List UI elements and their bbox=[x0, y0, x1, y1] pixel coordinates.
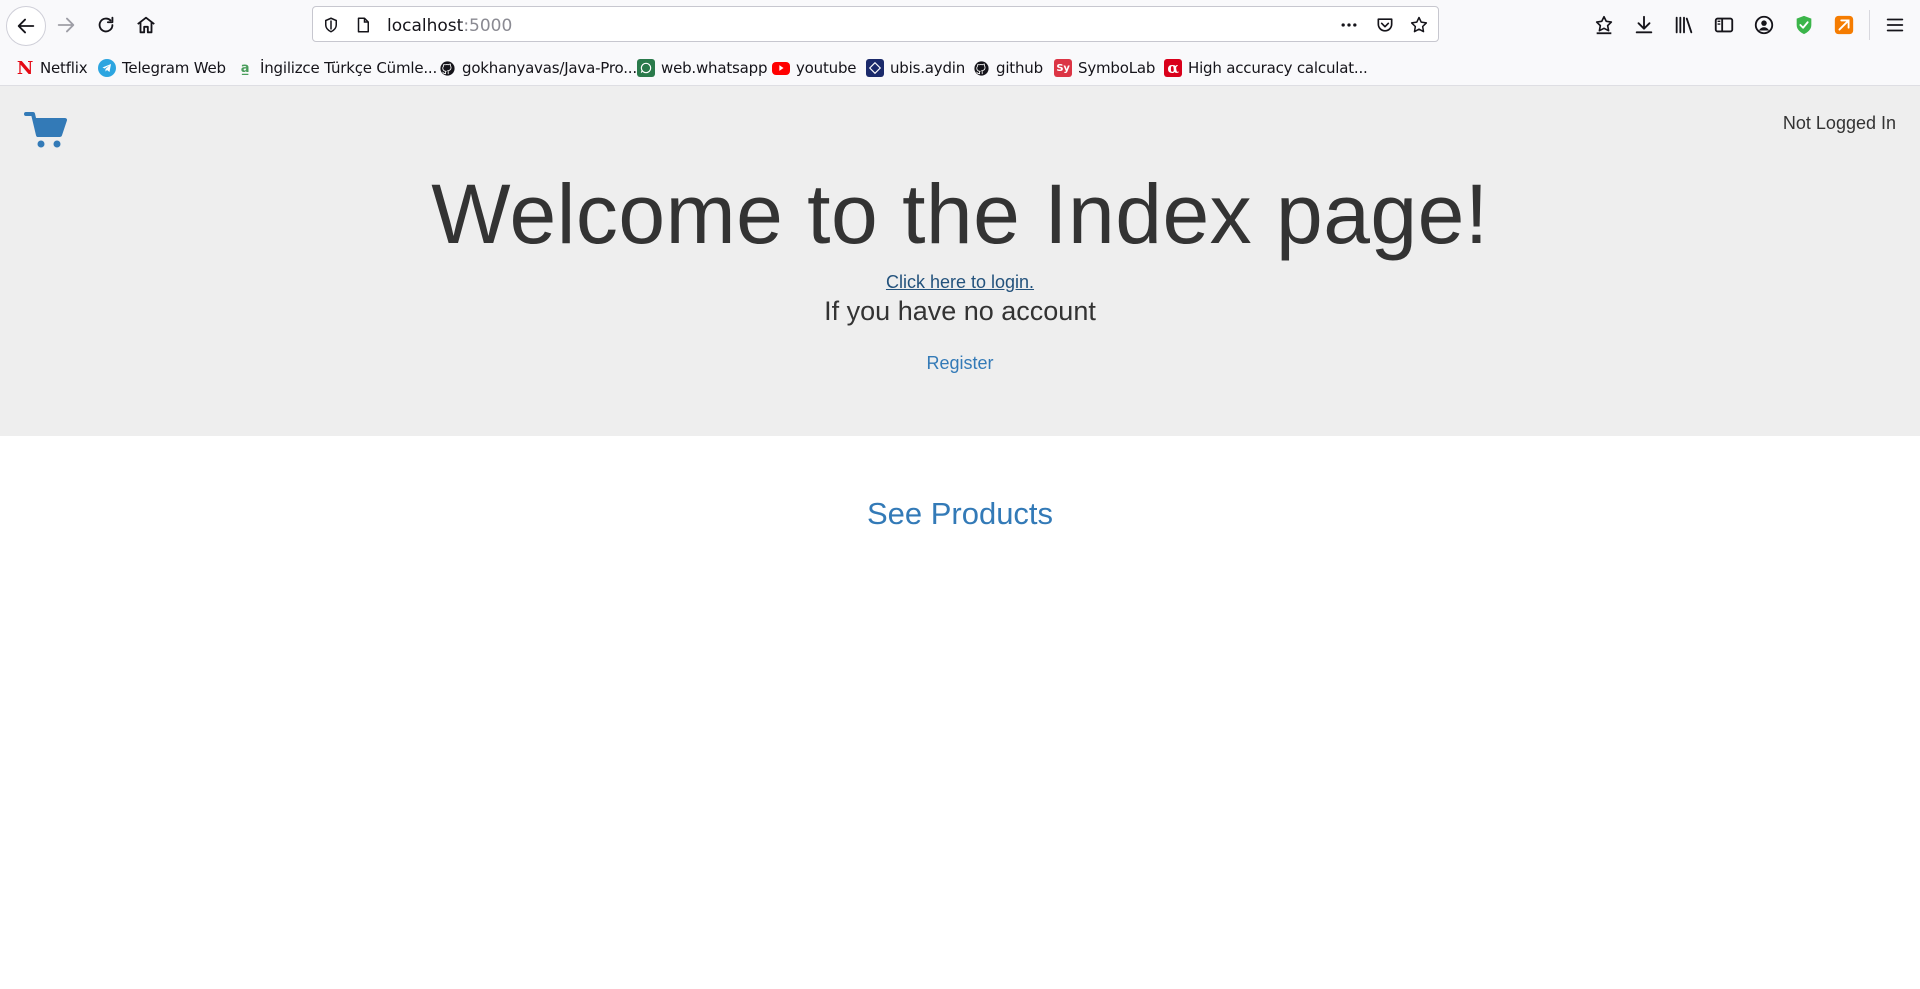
see-products-link[interactable]: See Products bbox=[867, 496, 1053, 531]
whatsapp-icon bbox=[637, 59, 655, 77]
forward-button[interactable] bbox=[48, 7, 84, 43]
reload-button[interactable] bbox=[88, 7, 124, 43]
bookmark-netflix[interactable]: N Netflix bbox=[16, 57, 88, 79]
bookmark-label: youtube bbox=[796, 59, 857, 77]
bookmark-calculator[interactable]: α High accuracy calculat... bbox=[1164, 57, 1368, 79]
bookmark-label: web.whatsapp bbox=[661, 59, 768, 77]
bookmark-star-icon[interactable] bbox=[1409, 15, 1429, 35]
symbolab-icon: Sy bbox=[1054, 59, 1072, 77]
login-status: Not Logged In bbox=[1782, 113, 1896, 133]
back-icon bbox=[17, 18, 35, 34]
bookmark-youtube[interactable]: youtube bbox=[772, 57, 857, 79]
translate-icon: a̲ bbox=[240, 60, 250, 76]
menu-icon[interactable] bbox=[1882, 12, 1908, 38]
bookmark-telegram[interactable]: Telegram Web bbox=[98, 57, 226, 79]
bookmark-label: Netflix bbox=[40, 59, 88, 77]
url-text[interactable]: localhost:5000 bbox=[387, 16, 512, 36]
url-bar[interactable]: localhost:5000 bbox=[312, 6, 1439, 42]
page-icon[interactable] bbox=[353, 15, 373, 35]
bookmark-symbolab[interactable]: Sy SymboLab bbox=[1054, 57, 1155, 79]
browser-toolbar: localhost:5000 bbox=[0, 0, 1920, 50]
jumbotron: Not Logged In Welcome to the Index page!… bbox=[0, 86, 1920, 436]
github-icon bbox=[438, 59, 456, 77]
github-icon bbox=[972, 59, 990, 77]
home-button[interactable] bbox=[128, 7, 164, 43]
bookmark-github-repo[interactable]: gokhanyavas/Java-Pro... bbox=[438, 57, 637, 79]
reload-icon bbox=[98, 16, 114, 33]
back-button[interactable] bbox=[6, 6, 46, 46]
no-account-text: If you have no account bbox=[824, 296, 1096, 326]
toolbar-divider bbox=[1869, 10, 1870, 40]
telegram-icon bbox=[98, 59, 116, 77]
youtube-icon bbox=[772, 61, 790, 75]
forward-icon bbox=[57, 17, 75, 33]
bookmark-ubis[interactable]: ubis.aydin bbox=[866, 57, 965, 79]
pocket-icon[interactable] bbox=[1375, 15, 1395, 35]
products-link-container: See Products bbox=[0, 496, 1920, 532]
ubis-icon bbox=[866, 59, 884, 77]
account-icon[interactable] bbox=[1751, 12, 1777, 38]
bookmark-label: github bbox=[996, 59, 1043, 77]
bookmark-label: High accuracy calculat... bbox=[1188, 59, 1368, 77]
download-icon[interactable] bbox=[1631, 12, 1657, 38]
bookmark-label: ubis.aydin bbox=[890, 59, 966, 77]
register-link-container: Register bbox=[0, 353, 1920, 374]
url-host: localhost bbox=[387, 16, 464, 36]
library-icon[interactable] bbox=[1671, 12, 1697, 38]
login-link[interactable]: Click here to login. bbox=[886, 272, 1034, 292]
login-link-container: Click here to login. bbox=[0, 272, 1920, 293]
more-icon[interactable] bbox=[1339, 15, 1359, 35]
page-title: Welcome to the Index page! bbox=[431, 167, 1489, 261]
bookmarks-bar: N Netflix Telegram Web a̲ İngilizce Türk… bbox=[0, 50, 1920, 86]
home-icon bbox=[137, 16, 155, 34]
bookmark-label: gokhanyavas/Java-Pro... bbox=[462, 59, 637, 77]
bookmark-whatsapp[interactable]: web.whatsapp bbox=[637, 57, 767, 79]
shield-icon[interactable] bbox=[321, 15, 341, 35]
url-port: :5000 bbox=[463, 16, 513, 36]
extension-shield-icon[interactable] bbox=[1791, 12, 1817, 38]
bookmark-label: Telegram Web bbox=[122, 59, 226, 77]
sidebar-icon[interactable] bbox=[1711, 12, 1737, 38]
bookmark-translate[interactable]: a̲ İngilizce Türkçe Cümle... bbox=[236, 57, 438, 79]
bookmark-label: İngilizce Türkçe Cümle... bbox=[260, 59, 438, 77]
netflix-icon: N bbox=[16, 57, 34, 79]
bookmark-label: SymboLab bbox=[1078, 59, 1156, 77]
bookmark-github[interactable]: github bbox=[972, 57, 1043, 79]
extension-icon[interactable] bbox=[1831, 12, 1857, 38]
alpha-icon: α bbox=[1164, 59, 1182, 77]
register-link[interactable]: Register bbox=[926, 353, 993, 373]
shopping-cart-icon[interactable] bbox=[24, 110, 68, 150]
bookmarks-icon[interactable] bbox=[1591, 12, 1617, 38]
